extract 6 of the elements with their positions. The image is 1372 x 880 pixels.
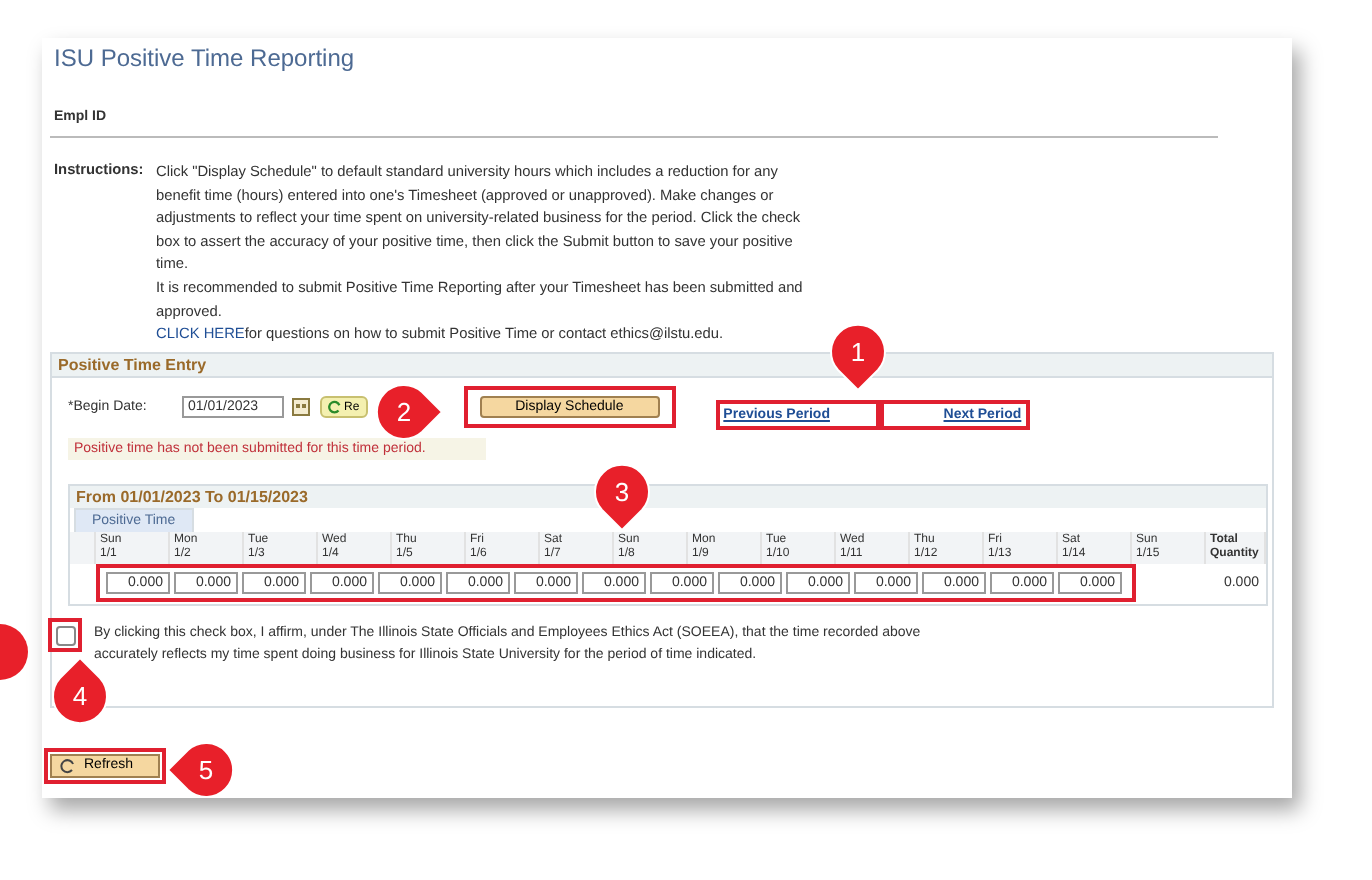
refresh-icon <box>328 400 342 415</box>
affirm-checkbox[interactable] <box>56 625 76 646</box>
calendar-icon[interactable] <box>292 398 310 417</box>
callout-marker <box>0 624 28 680</box>
refresh-icon <box>60 757 76 774</box>
page-title: ISU Positive Time Reporting <box>52 44 357 72</box>
